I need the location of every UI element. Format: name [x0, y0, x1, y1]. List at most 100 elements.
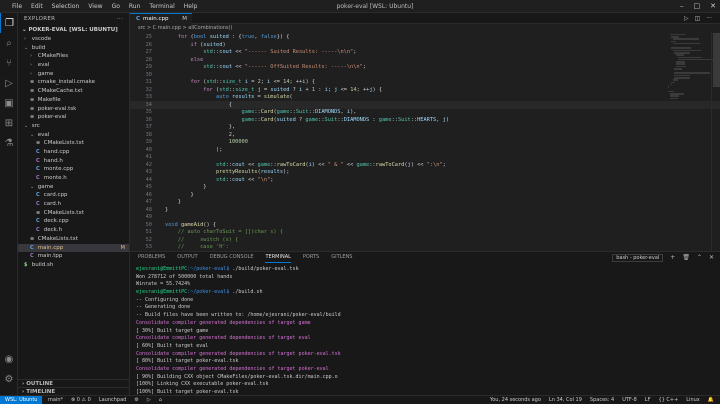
tab-modified-badge[interactable]: M — [182, 14, 187, 24]
workspace-root[interactable]: ⌄ POKER-EVAL [WSL: UBUNTU] — [18, 25, 129, 35]
tree-item-label: eval — [36, 62, 50, 69]
account-icon[interactable]: ◉ — [0, 349, 18, 369]
menu-item-edit[interactable]: Edit — [31, 3, 43, 10]
code-line: 53 // case 'H': — [130, 243, 720, 251]
tree-item-label: CMakeLists.txt — [42, 209, 84, 216]
terminal-text: -- Build files have been written to: /ho… — [136, 312, 341, 319]
tab-debug-console[interactable]: DEBUG CONSOLE — [210, 252, 254, 263]
tree-item-makefile[interactable]: ≡ Makefile — [18, 96, 129, 105]
testing-icon[interactable]: ⚗ — [0, 133, 18, 153]
close-icon[interactable]: ✕ — [710, 2, 716, 10]
explorer-icon[interactable]: ❐ — [0, 13, 18, 33]
maximize-panel-icon[interactable]: ⌃ — [697, 254, 702, 262]
outline-section[interactable]: › OUTLINE — [18, 379, 130, 387]
status-right-item[interactable]: Linux — [686, 396, 699, 404]
tree-item-cmakecache-txt[interactable]: ≡ CMakeCache.txt — [18, 87, 129, 96]
status-left-item[interactable]: ▷ — [147, 396, 151, 404]
new-terminal-icon[interactable]: + — [670, 254, 675, 262]
menu-item-help[interactable]: Help — [184, 3, 198, 10]
tree-item-game[interactable]: ⌄ game — [18, 183, 129, 192]
code-editor[interactable]: 25 for (bool suited : {true, false}) {26… — [130, 33, 720, 251]
tree-item-src[interactable]: ⌄ src — [18, 122, 129, 131]
split-editor-icon[interactable]: ◫ — [695, 15, 701, 22]
tree-item-cmakelists-txt[interactable]: ≡ CMakeLists.txt — [18, 209, 129, 218]
tree-item-deck-cpp[interactable]: C deck.cpp — [18, 217, 129, 226]
code-text: auto results = simulate( — [216, 94, 293, 100]
terminal-text: [ 30%] Built target game — [136, 327, 209, 334]
more-actions-icon[interactable]: ··· — [117, 13, 123, 25]
menu-item-terminal[interactable]: Terminal — [149, 3, 174, 10]
menu-item-selection[interactable]: Selection — [52, 3, 80, 10]
tree-item-card-h[interactable]: C card.h — [18, 200, 129, 209]
terminal-output[interactable]: ejesrani@EmmittPC:~/poker-eval$ ./build/… — [136, 266, 711, 403]
tree-item-build[interactable]: ⌄ build — [18, 44, 129, 53]
more-icon[interactable]: ··· — [706, 15, 712, 22]
breadcrumb[interactable]: src > C main.cpp > allCombinations() — [130, 24, 720, 33]
tab-problems[interactable]: PROBLEMS — [138, 252, 165, 263]
tree-item-eval[interactable]: ⌄ eval — [18, 131, 129, 140]
status-right-item[interactable]: You, 24 seconds ago — [490, 396, 541, 404]
status-right-item[interactable]: Ln 34, Col 19 — [549, 396, 582, 404]
terminal-text: -- Generating done — [136, 304, 191, 311]
editor-scrollbar[interactable] — [711, 33, 720, 251]
minimize-icon[interactable]: – — [680, 2, 684, 10]
status-right-item[interactable]: {} C++ — [658, 396, 678, 404]
remote-indicator[interactable]: WSL: Ubuntu — [0, 396, 43, 404]
menu-item-file[interactable]: File — [12, 3, 22, 10]
minimap[interactable] — [668, 33, 714, 251]
status-left-item[interactable]: ⌂ — [159, 396, 162, 404]
run-icon[interactable]: ▷ — [684, 15, 689, 22]
tree-item-cmake-install-cmake[interactable]: ≡ cmake_install.cmake — [18, 78, 129, 87]
extensions-icon[interactable]: ⊞ — [0, 113, 18, 133]
tree-item-poker-eval-tsk[interactable]: ≡ poker-eval.tsk — [18, 105, 129, 114]
tree-item-label: poker-eval.tsk — [36, 105, 77, 112]
tree-item-cmakelists-txt[interactable]: ≡ CMakeLists.txt — [18, 235, 129, 244]
menu-item-run[interactable]: Run — [129, 3, 141, 10]
tab-gitlens[interactable]: GITLENS — [331, 252, 352, 263]
settings-gear-icon[interactable]: ⚙ — [0, 369, 18, 389]
tree-item-card-cpp[interactable]: C card.cpp — [18, 191, 129, 200]
tree-item-cmakefiles[interactable]: › CMakeFiles — [18, 52, 129, 61]
tree-item-hand-h[interactable]: C hand.h — [18, 157, 129, 166]
status-left-item[interactable]: ⊗ 0 ⚠ 0 — [71, 396, 91, 404]
status-left-item[interactable]: Launchpad — [99, 396, 127, 404]
tree-item-eval[interactable]: › eval — [18, 61, 129, 70]
tab-ports[interactable]: PORTS — [303, 252, 319, 263]
source-control-icon[interactable]: ⑂ — [0, 53, 18, 73]
close-panel-icon[interactable]: ✕ — [709, 254, 714, 262]
tree-item-monte-h[interactable]: C monte.h — [18, 174, 129, 183]
window-title: poker-eval [WSL: Ubuntu] — [336, 3, 414, 10]
status-right-item[interactable]: 🔔 — [708, 396, 714, 404]
trash-icon[interactable]: 🗑 — [682, 254, 690, 262]
tree-item-game[interactable]: › game — [18, 70, 129, 79]
prompt-path: :~/poker-eval$ — [187, 266, 230, 272]
terminal-session-select[interactable]: bash - poker-eval — [612, 254, 664, 262]
tree-item-deck-h[interactable]: C deck.h — [18, 226, 129, 235]
tree-item-monte-cpp[interactable]: C monte.cpp — [18, 165, 129, 174]
remote-explorer-icon[interactable]: ▣ — [0, 93, 18, 113]
timeline-section[interactable]: › TIMELINE — [18, 387, 130, 395]
status-right-item[interactable]: Spaces: 4 — [590, 396, 614, 404]
tree-item-label: card.cpp — [42, 192, 68, 199]
tab-terminal[interactable]: TERMINAL — [265, 252, 291, 263]
tree-item-build-sh[interactable]: $ build.sh — [18, 261, 129, 270]
tree-item-cmakelists-txt[interactable]: ≡ CMakeLists.txt — [18, 139, 129, 148]
tab-output[interactable]: OUTPUT — [177, 252, 197, 263]
tree-item-main-tpp[interactable]: C main.tpp — [18, 252, 129, 261]
terminal-text: [100%] Linking CXX executable poker-eval… — [136, 381, 269, 388]
tree-item-vscode[interactable]: › vscode — [18, 35, 129, 44]
menu-item-go[interactable]: Go — [112, 3, 120, 10]
maximize-icon[interactable]: □ — [694, 2, 701, 10]
tree-item-main-cpp[interactable]: C main.cpp M — [18, 243, 129, 253]
run-debug-icon[interactable]: ▷ — [0, 73, 18, 93]
status-left-item[interactable]: main* — [48, 396, 63, 404]
tree-item-poker-eval[interactable]: ≡ poker-eval — [18, 113, 129, 122]
search-icon[interactable]: ⌕ — [0, 33, 18, 53]
status-right-item[interactable]: UTF-8 — [622, 396, 637, 404]
status-left-item[interactable]: ⚙ — [134, 396, 138, 404]
status-right-item[interactable]: LF — [645, 396, 651, 404]
tree-item-hand-cpp[interactable]: C hand.cpp — [18, 148, 129, 157]
tab-main-cpp[interactable]: Cmain.cpp M — [130, 13, 192, 24]
tree-item-label: Makefile — [36, 96, 61, 103]
menu-item-view[interactable]: View — [88, 3, 102, 10]
